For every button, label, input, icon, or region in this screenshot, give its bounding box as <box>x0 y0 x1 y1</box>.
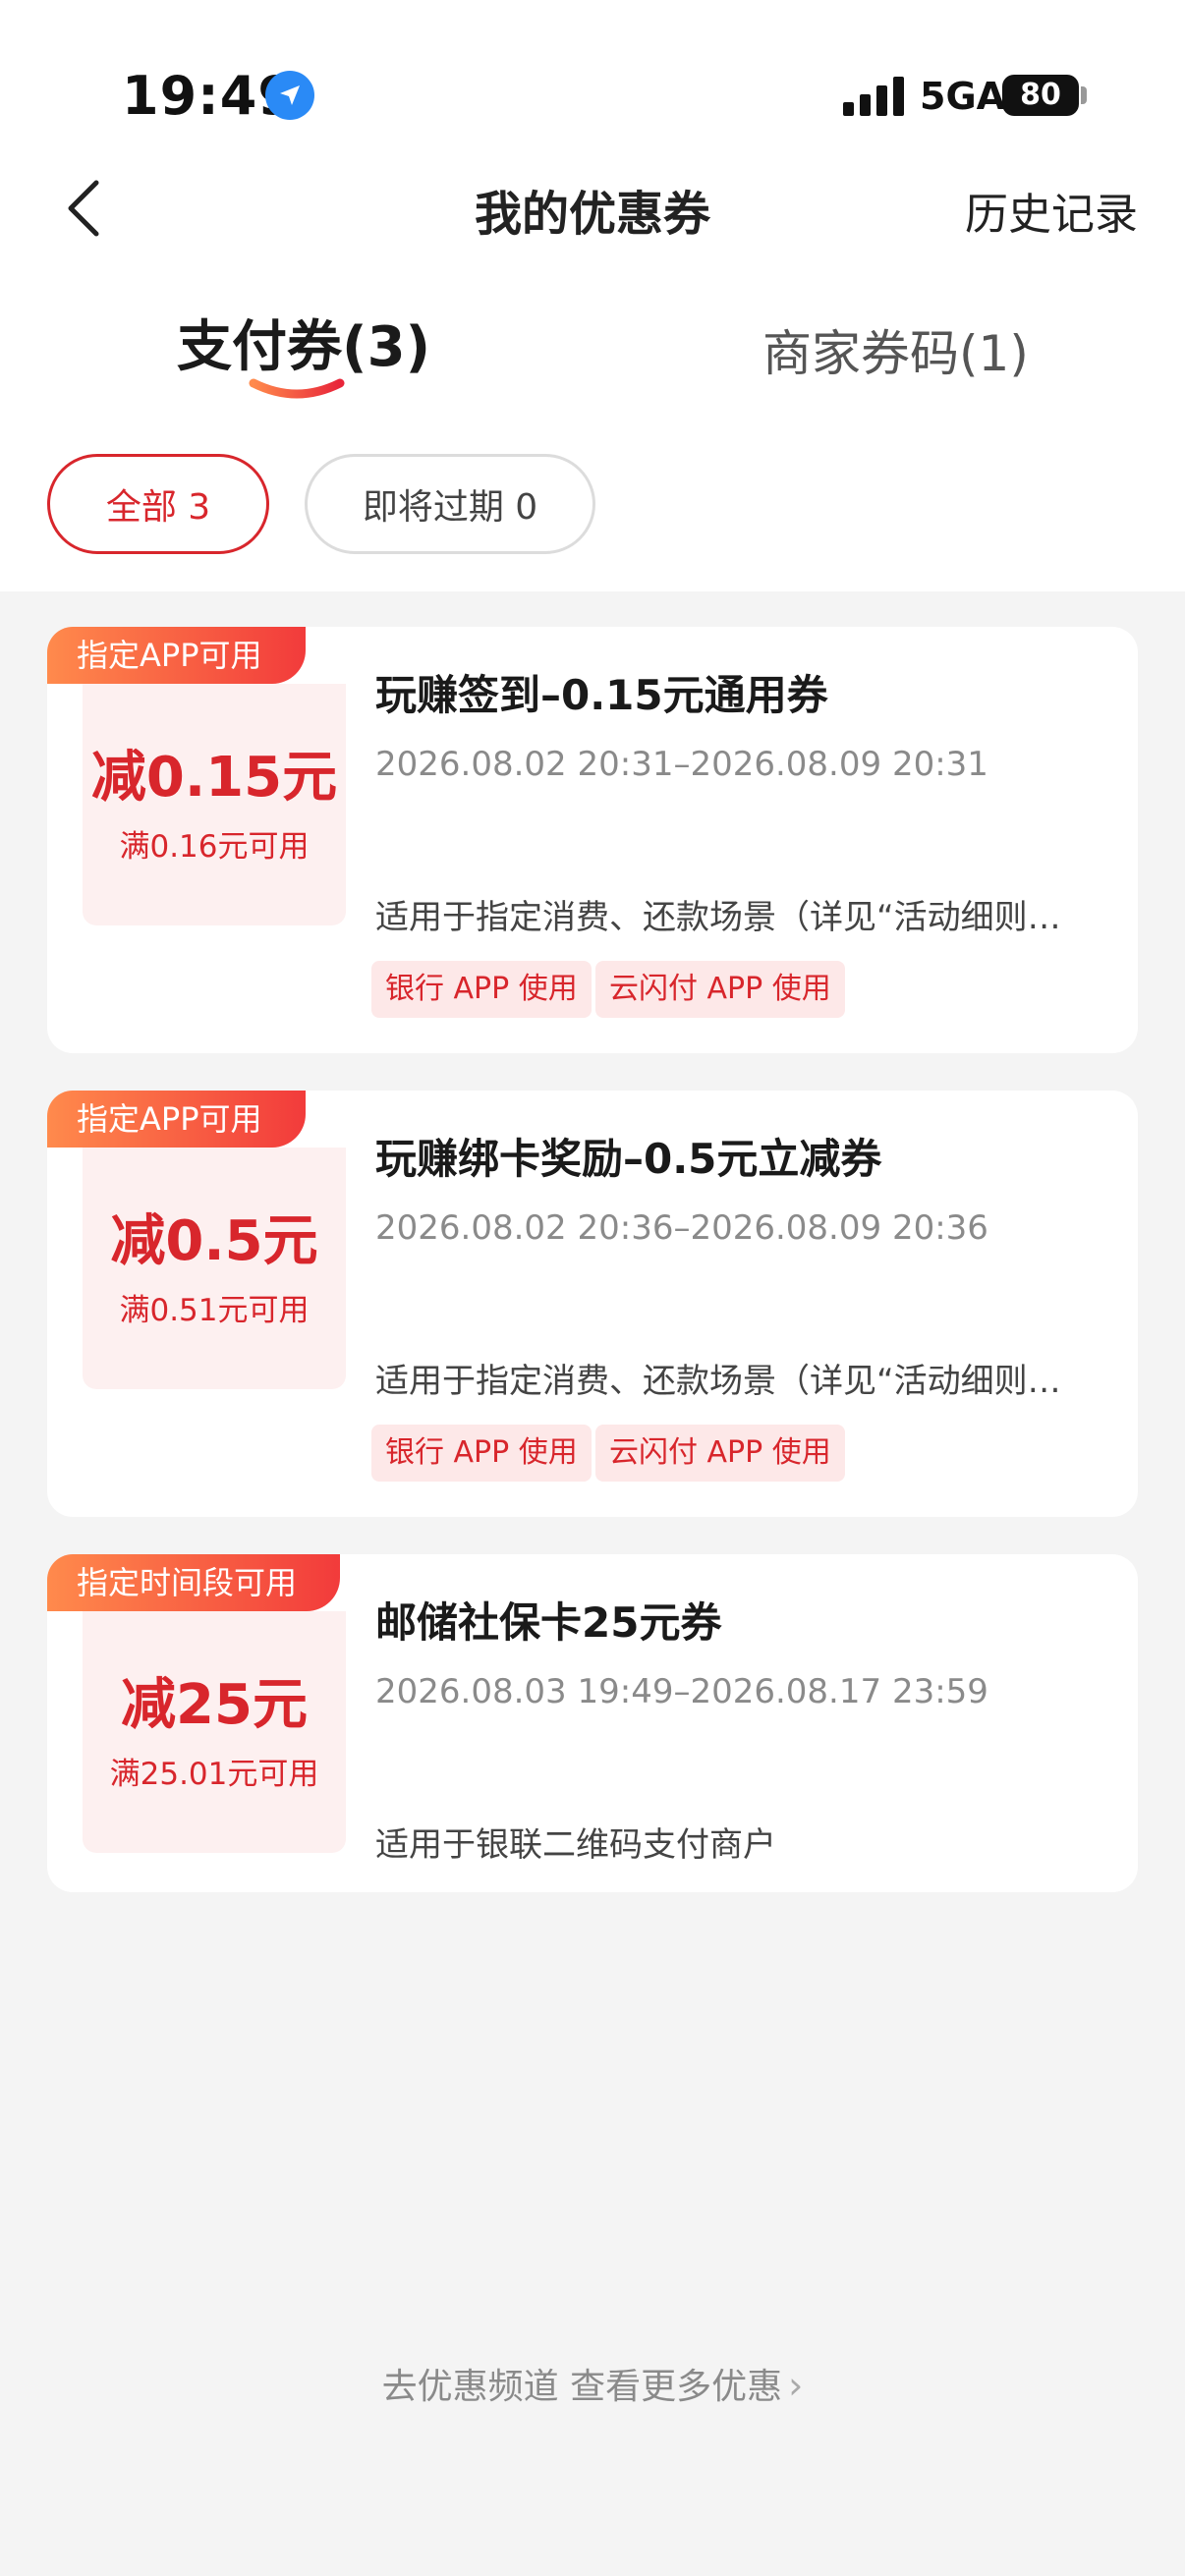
coupon-ribbon: 指定APP可用 <box>47 1091 306 1148</box>
coupon-condition: 满0.51元可用 <box>119 1293 310 1328</box>
coupon-description: 适用于指定消费、还款场景（详见“活动细则… <box>375 898 1061 937</box>
coupon-ribbon: 指定时间段可用 <box>47 1554 341 1611</box>
coupon-tag: 银行 APP 使用 <box>371 961 592 1018</box>
coupon-name: 玩赚绑卡奖励–0.5元立减券 <box>375 1135 882 1183</box>
coupon-value-panel: 减0.15元 满0.16元可用 <box>83 684 346 925</box>
coupon-card[interactable]: 减0.5元 满0.51元可用 指定APP可用 玩赚绑卡奖励–0.5元立减券 20… <box>47 1091 1138 1517</box>
coupon-condition: 满25.01元可用 <box>109 1757 319 1792</box>
coupon-description: 适用于银联二维码支付商户 <box>375 1825 776 1865</box>
more-offers-label: 去优惠频道 查看更多优惠 <box>381 2367 783 2407</box>
coupon-amount: 减0.15元 <box>90 746 338 810</box>
battery-cap <box>1081 86 1087 104</box>
signal-icon <box>843 77 904 116</box>
filter-all[interactable]: 全部 3 <box>47 454 269 554</box>
filter-expiring[interactable]: 即将过期 0 <box>305 454 595 554</box>
coupon-name: 邮储社保卡25元券 <box>375 1598 722 1647</box>
coupon-tag: 银行 APP 使用 <box>371 1425 592 1482</box>
top-panel: 19:49 5GA 80 我的优惠券 历史记录 支付券(3) 商家券码(1) 全… <box>0 0 1185 591</box>
more-offers-link[interactable]: 去优惠频道 查看更多优惠 › <box>0 2358 1185 2409</box>
coupon-condition: 满0.16元可用 <box>119 829 310 865</box>
coupon-card[interactable]: 减0.15元 满0.16元可用 指定APP可用 玩赚签到–0.15元通用券 20… <box>47 627 1138 1053</box>
tab-payment-coupons[interactable]: 支付券(3) <box>177 303 430 382</box>
coupon-period: 2026.08.02 20:31–2026.08.09 20:31 <box>375 745 988 784</box>
coupon-value-panel: 减0.5元 满0.51元可用 <box>83 1148 346 1389</box>
network-type: 5GA <box>920 75 1006 118</box>
coupon-amount: 减0.5元 <box>110 1209 318 1273</box>
coupon-name: 玩赚签到–0.15元通用券 <box>375 671 828 719</box>
coupon-tag: 云闪付 APP 使用 <box>595 1425 845 1482</box>
coupon-tag: 云闪付 APP 使用 <box>595 961 845 1018</box>
coupon-ribbon: 指定APP可用 <box>47 627 306 684</box>
coupon-amount: 减25元 <box>121 1673 308 1737</box>
location-arrow-icon <box>265 71 314 120</box>
battery-icon: 80 <box>1002 75 1079 116</box>
history-link[interactable]: 历史记录 <box>965 179 1138 242</box>
tab-merchant-codes[interactable]: 商家券码(1) <box>762 314 1029 385</box>
coupon-card[interactable]: 减25元 满25.01元可用 指定时间段可用 邮储社保卡25元券 2026.08… <box>47 1554 1138 1892</box>
coupon-description: 适用于指定消费、还款场景（详见“活动细则… <box>375 1362 1061 1401</box>
coupon-period: 2026.08.02 20:36–2026.08.09 20:36 <box>375 1208 988 1248</box>
chevron-right-icon: › <box>788 2364 804 2407</box>
coupon-value-panel: 减25元 满25.01元可用 <box>83 1611 346 1853</box>
coupon-period: 2026.08.03 19:49–2026.08.17 23:59 <box>375 1672 988 1711</box>
tab-active-indicator <box>249 378 345 399</box>
